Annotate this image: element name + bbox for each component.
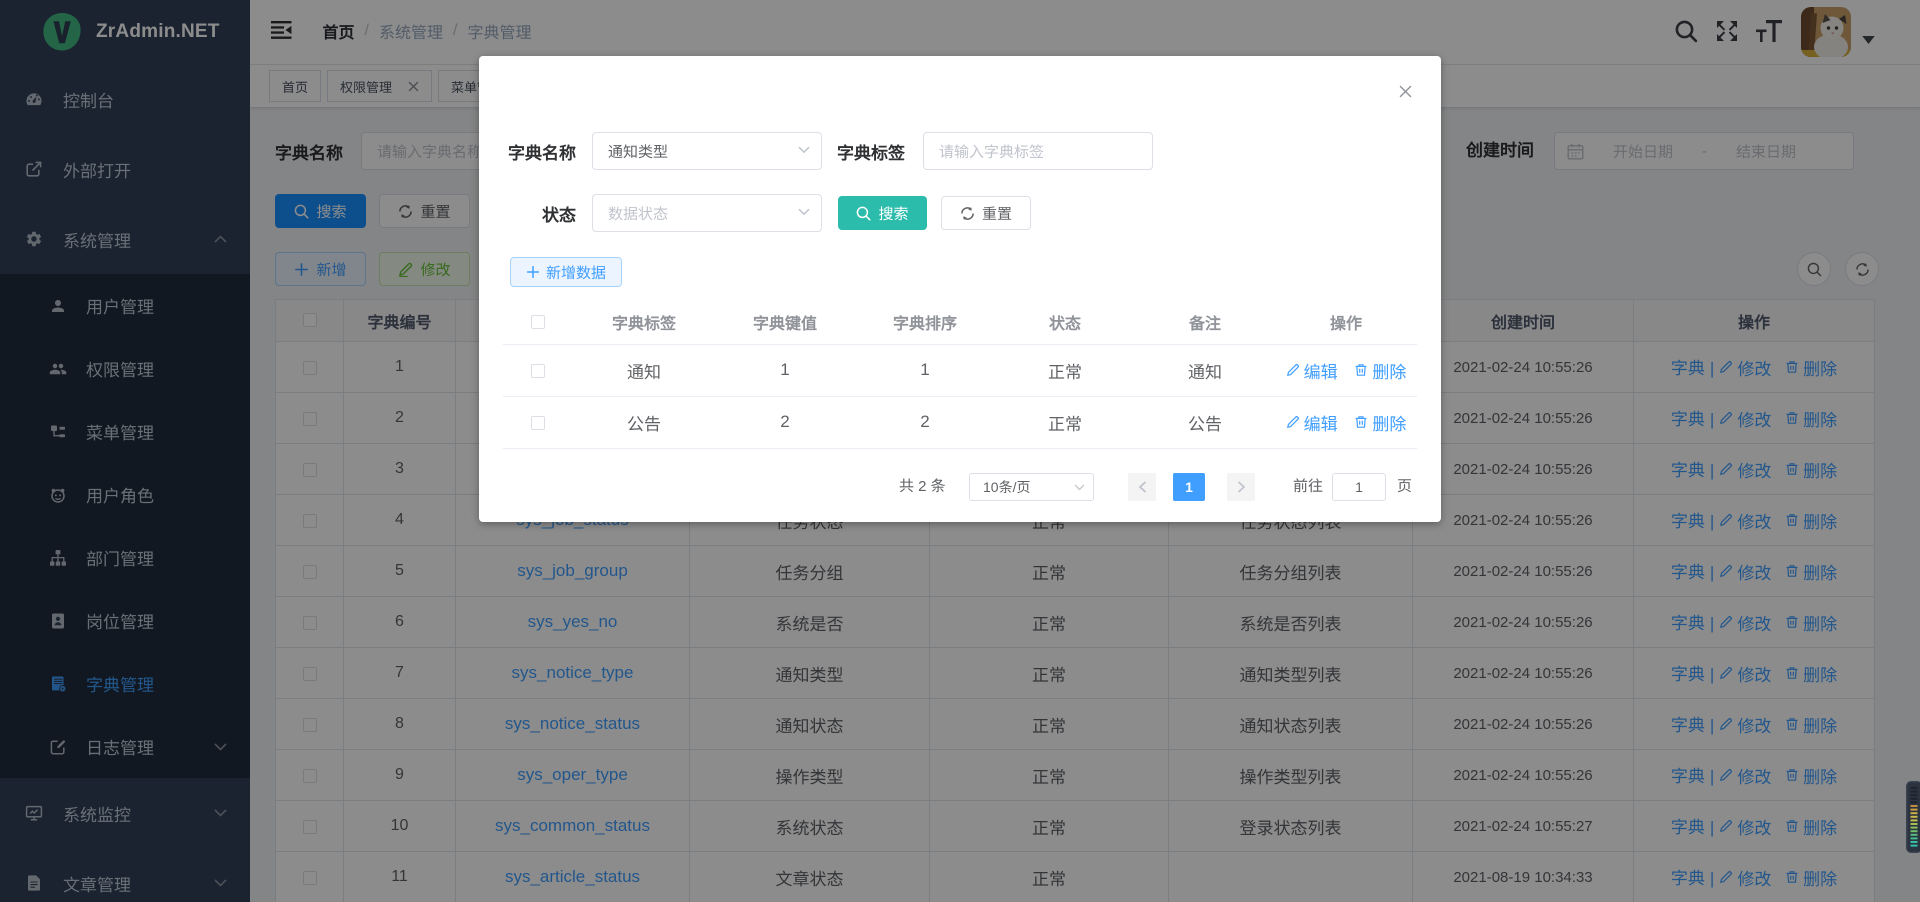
cell-oper: 编辑 删除	[1275, 344, 1417, 396]
pencil-icon	[1286, 415, 1300, 429]
dialog-dict-label-input[interactable]: 请输入字典标签	[923, 132, 1153, 170]
pencil-icon	[1286, 363, 1300, 377]
chevron-down-icon	[1074, 484, 1085, 491]
plus-icon	[526, 265, 540, 279]
prev-page-button[interactable]	[1128, 473, 1156, 501]
cell-dict-label: 公告	[573, 396, 715, 448]
row-delete-link[interactable]: 删除	[1354, 410, 1406, 435]
cell-dict-label: 通知	[573, 344, 715, 396]
dialog-close-icon[interactable]	[1399, 85, 1412, 98]
cell-checkbox	[503, 396, 573, 448]
dialog-dict-name-select[interactable]: 通知类型	[592, 132, 822, 170]
cell-dict-key: 1	[715, 344, 855, 396]
select-value: 10条/页	[983, 477, 1030, 497]
row-checkbox[interactable]	[531, 416, 545, 430]
dialog-search-button[interactable]: 搜索	[838, 196, 927, 230]
dialog-reset-button[interactable]: 重置	[941, 196, 1031, 230]
dialog-add-data-button[interactable]: 新增数据	[510, 257, 622, 287]
row-edit-link[interactable]: 编辑	[1286, 410, 1338, 435]
next-page-button[interactable]	[1227, 473, 1255, 501]
dict-data-dialog: 字典名称 通知类型 字典标签 请输入字典标签 状态 数据状态 搜索 重置	[479, 56, 1441, 522]
row-checkbox[interactable]	[531, 364, 545, 378]
table-row: 公告 2 2 正常 公告 编辑 删除	[503, 396, 1417, 448]
current-page-button[interactable]: 1	[1173, 473, 1205, 501]
link-label: 编辑	[1304, 410, 1338, 435]
select-all-checkbox[interactable]	[531, 315, 545, 329]
header-dict-key: 字典键值	[715, 301, 855, 344]
header-dict-sort: 字典排序	[855, 301, 995, 344]
header-checkbox-cell	[503, 301, 573, 344]
header-oper: 操作	[1275, 301, 1417, 344]
button-label: 新增数据	[546, 262, 606, 283]
dialog-dict-name-label: 字典名称	[503, 139, 576, 164]
dialog-filter-row-2: 状态 数据状态 搜索 重置	[479, 194, 1031, 232]
dialog-filter-row-1: 字典名称 通知类型 字典标签 请输入字典标签	[479, 132, 1153, 170]
level-meter-widget	[1906, 781, 1920, 853]
table-row: 通知 1 1 正常 通知 编辑 删除	[503, 344, 1417, 396]
link-label: 删除	[1372, 410, 1406, 435]
cell-dict-sort: 1	[855, 344, 995, 396]
app-root: ZrAdmin.NET 控制台 外部打开 系统管理 用户管理 权限管理	[0, 0, 1920, 902]
cell-status: 正常	[995, 344, 1135, 396]
button-label: 重置	[982, 203, 1012, 224]
header-status: 状态	[995, 301, 1135, 344]
pagination-total: 共 2 条	[899, 473, 946, 501]
header-dict-label: 字典标签	[573, 301, 715, 344]
select-value: 通知类型	[608, 141, 668, 162]
dialog-status-label: 状态	[503, 201, 576, 226]
cell-dict-key: 2	[715, 396, 855, 448]
chevron-down-icon	[798, 208, 810, 216]
dialog-dict-data-table: 字典标签 字典键值 字典排序 状态 备注 操作 通知 1 1 正常 通知	[503, 301, 1417, 449]
input-placeholder: 请输入字典标签	[939, 141, 1044, 162]
chevron-down-icon	[798, 146, 810, 154]
pagination-page-input[interactable]: 1	[1332, 473, 1386, 501]
search-icon	[856, 206, 871, 221]
pagination-goto-label: 前往	[1293, 473, 1323, 501]
chevron-right-icon	[1237, 481, 1246, 493]
pagination-unit-label: 页	[1397, 473, 1412, 501]
button-label: 搜索	[878, 203, 908, 224]
trash-icon	[1354, 363, 1368, 377]
link-label: 编辑	[1304, 358, 1338, 383]
row-edit-link[interactable]: 编辑	[1286, 358, 1338, 383]
cell-remark: 公告	[1135, 396, 1275, 448]
trash-icon	[1354, 415, 1368, 429]
header-remark: 备注	[1135, 301, 1275, 344]
cell-oper: 编辑 删除	[1275, 396, 1417, 448]
table-body: 通知 1 1 正常 通知 编辑 删除 公告 2 2 正常	[503, 344, 1417, 448]
dialog-pagination: 共 2 条 10条/页 1 前往 1 页	[479, 473, 1441, 501]
table-header-row: 字典标签 字典键值 字典排序 状态 备注 操作	[503, 301, 1417, 344]
cell-remark: 通知	[1135, 344, 1275, 396]
dialog-status-select[interactable]: 数据状态	[592, 194, 822, 232]
dialog-dict-label-label: 字典标签	[837, 139, 909, 164]
link-label: 删除	[1372, 358, 1406, 383]
chevron-left-icon	[1138, 481, 1147, 493]
cell-status: 正常	[995, 396, 1135, 448]
refresh-icon	[960, 206, 975, 221]
row-delete-link[interactable]: 删除	[1354, 358, 1406, 383]
cell-checkbox	[503, 344, 573, 396]
page-size-select[interactable]: 10条/页	[969, 473, 1094, 501]
select-placeholder: 数据状态	[608, 203, 668, 224]
cell-dict-sort: 2	[855, 396, 995, 448]
